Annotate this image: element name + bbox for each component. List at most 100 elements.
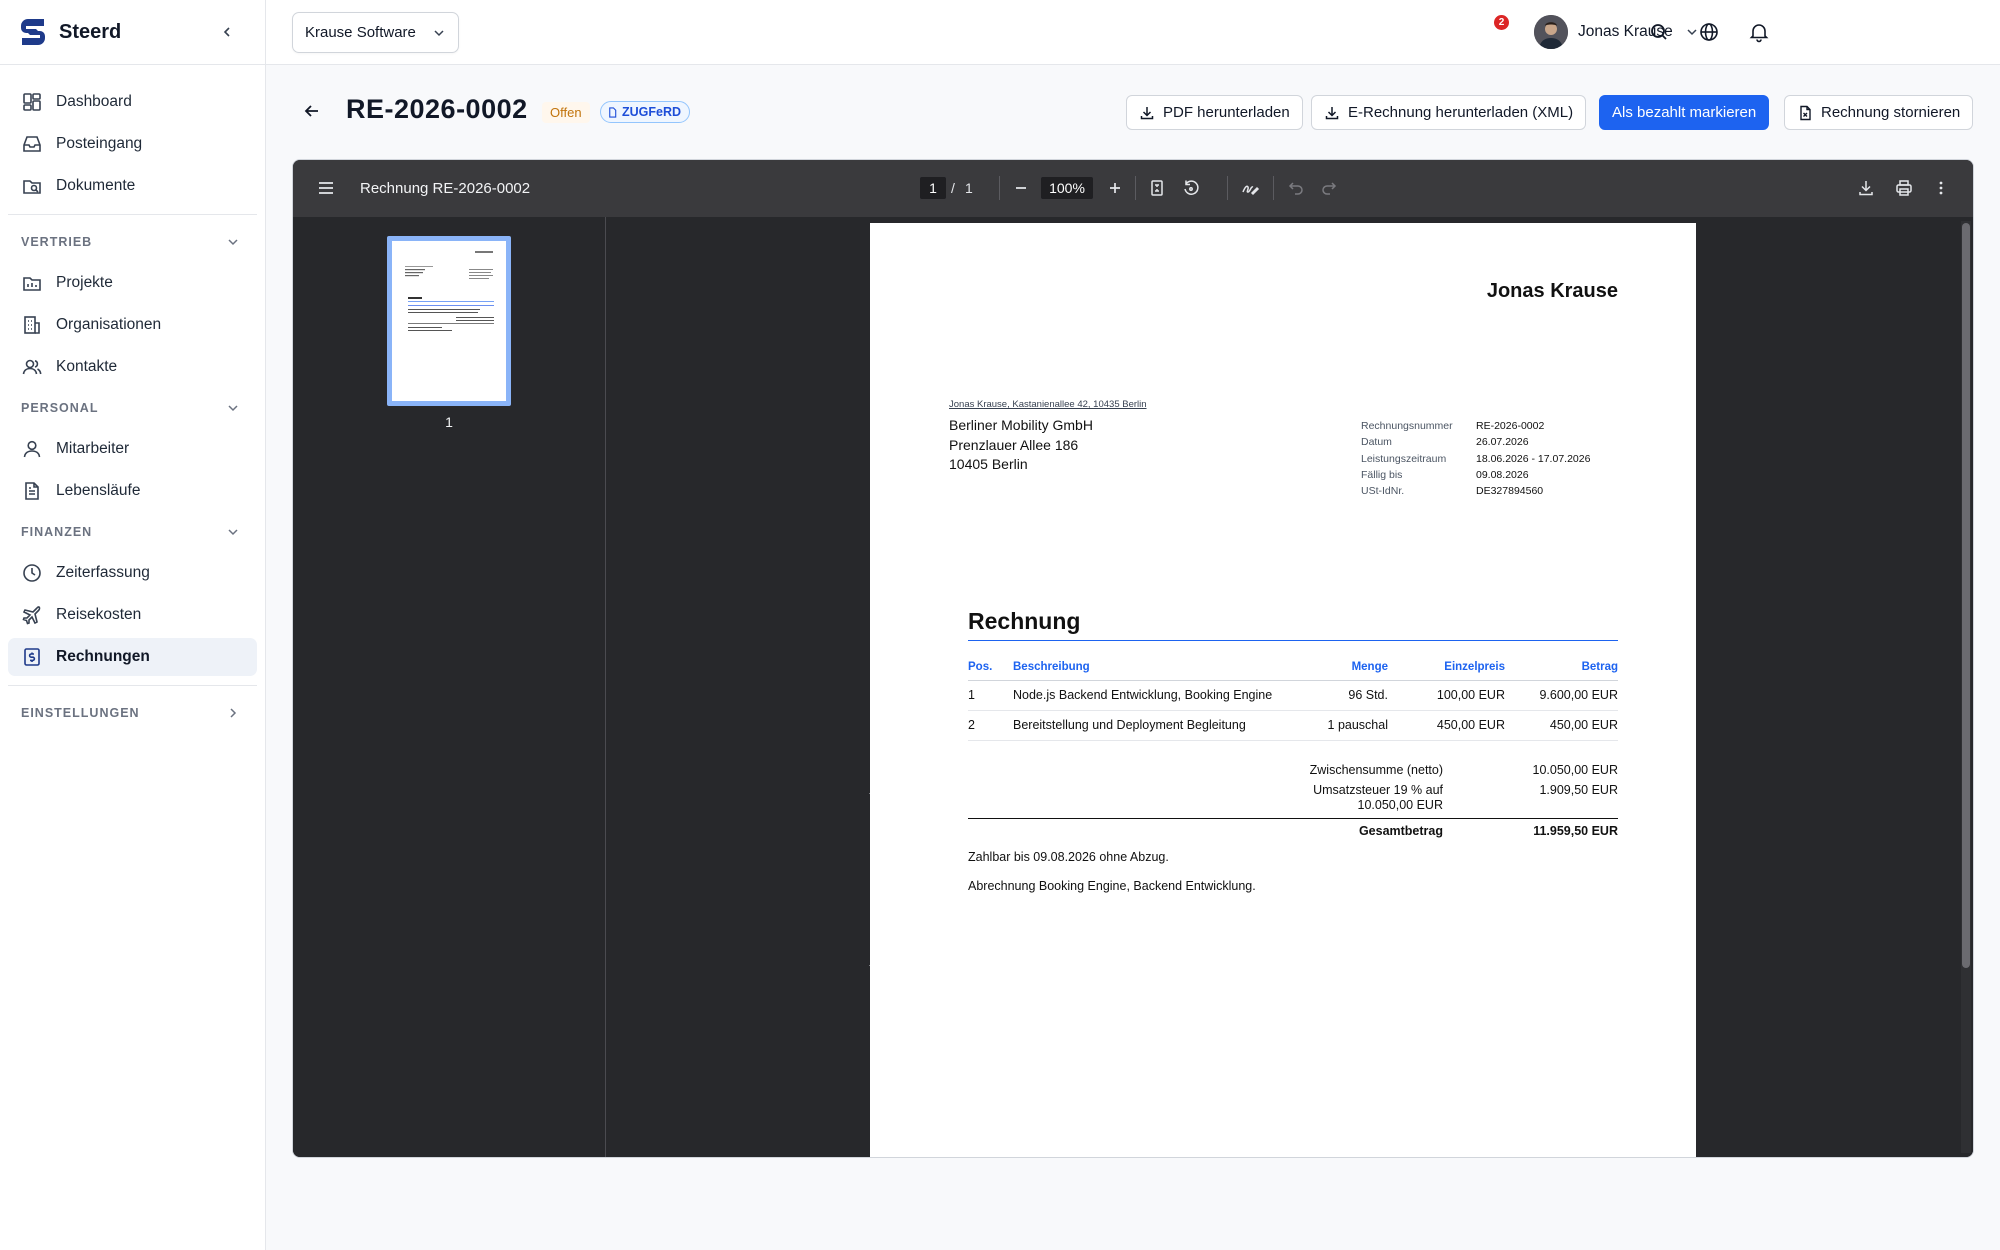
sidebar-item-lebenslaeufe[interactable]: Lebensläufe: [8, 472, 257, 510]
more-vertical-icon[interactable]: [1931, 178, 1951, 198]
rotate-icon[interactable]: [1181, 178, 1201, 198]
collapse-sidebar-icon[interactable]: [217, 22, 237, 42]
meta-row: Datum 26.07.2026: [1361, 434, 1590, 450]
redo-icon[interactable]: [1319, 178, 1339, 198]
section-einstellungen[interactable]: EINSTELLUNGEN: [8, 695, 257, 731]
clock-icon: [23, 564, 41, 582]
annotate-icon[interactable]: [1240, 178, 1260, 198]
recipient-line: Berliner Mobility GmbH: [949, 417, 1093, 433]
dashboard-icon: [23, 93, 41, 111]
cancel-invoice-button[interactable]: Rechnung stornieren: [1784, 95, 1974, 130]
zoom-out-icon[interactable]: [1011, 178, 1031, 198]
invoice-icon: [24, 648, 40, 666]
cell-quantity: 96 Std.: [1303, 680, 1388, 711]
thumbnail-panel: 1: [293, 217, 606, 1157]
chevron-right-icon: [230, 708, 237, 718]
inbox-icon: [23, 136, 41, 152]
scrollbar-thumb[interactable]: [1962, 223, 1970, 968]
globe-icon[interactable]: [1697, 20, 1721, 44]
sidebar-item-label: Kontakte: [56, 358, 118, 375]
undo-icon[interactable]: [1286, 178, 1306, 198]
invoice-meta: Rechnungsnummer RE-2026-0002 Datum 26.07.2…: [1361, 418, 1590, 499]
button-label: PDF herunterladen: [1163, 104, 1290, 121]
meta-key: Rechnungsnummer: [1361, 420, 1453, 432]
section-finanzen[interactable]: FINANZEN: [8, 514, 257, 550]
sidebar-item-zeiterfassung[interactable]: Zeiterfassung: [8, 554, 257, 592]
brand: Steerd: [0, 0, 265, 65]
tax-label: Umsatzsteuer 19 % auf 10.050,00 EUR: [1183, 783, 1443, 813]
button-label: Als bezahlt markieren: [1612, 104, 1757, 121]
download-pdf-button[interactable]: PDF herunterladen: [1126, 95, 1303, 130]
sidebar-item-mitarbeiter[interactable]: Mitarbeiter: [8, 430, 257, 468]
sidebar-item-label: Lebensläufe: [56, 482, 141, 499]
user-name: Jonas Krause: [1578, 23, 1673, 40]
section-personal[interactable]: PERSONAL: [8, 390, 257, 426]
sidebar-item-label: Reisekosten: [56, 606, 142, 623]
sidebar-item-posteingang[interactable]: Posteingang: [8, 125, 257, 163]
file-text-icon: [25, 482, 39, 500]
meta-key: USt-IdNr.: [1361, 485, 1405, 498]
bell-icon[interactable]: [1747, 20, 1771, 44]
cell-amount: 9.600,00 EUR: [1505, 680, 1618, 711]
toolbar-divider: [1135, 176, 1136, 200]
steerd-logo-icon[interactable]: [16, 15, 50, 49]
sidebar-divider: [8, 685, 257, 686]
sidebar-item-label: Organisationen: [56, 316, 162, 333]
page-thumbnail[interactable]: [387, 236, 511, 406]
button-label: E-Rechnung herunterladen (XML): [1348, 104, 1574, 121]
cell-pos: 2: [968, 710, 1013, 741]
chevron-down-icon: [228, 239, 238, 246]
column-header-pos: Pos.: [968, 661, 1013, 681]
table-row: 2 Bereitstellung und Deployment Begleitu…: [968, 710, 1618, 741]
chevron-down-icon: [228, 529, 238, 536]
zoom-level[interactable]: 100%: [1041, 177, 1093, 199]
download-icon: [1140, 106, 1154, 119]
pdf-viewer: Rechnung RE-2026-0002 1 / 1 100% 1 Jonas…: [292, 159, 1974, 1158]
sidebar-item-projekte[interactable]: Projekte: [8, 264, 257, 302]
chevron-down-icon: [1687, 29, 1697, 36]
chevron-down-icon: [434, 29, 444, 36]
zoom-in-icon[interactable]: [1105, 178, 1125, 198]
download-icon[interactable]: [1856, 178, 1876, 198]
sidebar-item-reisekosten[interactable]: Reisekosten: [8, 596, 257, 634]
avatar: [1534, 15, 1568, 49]
section-label: FINANZEN: [21, 525, 93, 539]
plane-icon: [22, 606, 41, 625]
sidebar-item-label: Zeiterfassung: [56, 564, 150, 581]
sidebar-item-label: Rechnungen: [56, 648, 150, 665]
toolbar-divider: [999, 176, 1000, 200]
page-number-input[interactable]: 1: [920, 177, 946, 199]
user-menu[interactable]: Jonas Krause: [1534, 15, 1699, 49]
page-title: RE-2026-0002: [346, 94, 528, 124]
sidebar-item-organisationen[interactable]: Organisationen: [8, 306, 257, 344]
download-erechnung-button[interactable]: E-Rechnung herunterladen (XML): [1311, 95, 1587, 130]
sidebar-item-rechnungen[interactable]: Rechnungen: [8, 638, 257, 676]
section-vertrieb[interactable]: VERTRIEB: [8, 224, 257, 260]
sidebar-divider: [8, 214, 257, 215]
organization-select[interactable]: Krause Software: [292, 12, 459, 53]
meta-value: 26.07.2026: [1476, 436, 1529, 449]
invoice-heading-rule: [968, 640, 1618, 641]
back-arrow-icon[interactable]: [302, 101, 322, 121]
subtotal-label: Zwischensumme (netto): [1309, 763, 1443, 777]
recipient-line: 10405 Berlin: [949, 456, 1028, 472]
thumbnail-page-number: 1: [445, 414, 453, 430]
building-icon: [24, 316, 40, 334]
cell-amount: 450,00 EUR: [1505, 710, 1618, 741]
invoice-sender-line: Jonas Krause, Kastanienallee 42, 10435 B…: [949, 399, 1147, 410]
invoice-items-table: Pos. Beschreibung Menge Einzelpreis Betr…: [968, 661, 1618, 741]
app-name: Steerd: [59, 20, 122, 43]
sidebar-item-dokumente[interactable]: Dokumente: [8, 167, 257, 205]
sidebar-item-dashboard[interactable]: Dashboard: [8, 83, 257, 121]
sidebar-item-kontakte[interactable]: Kontakte: [8, 348, 257, 386]
menu-icon[interactable]: [316, 178, 336, 198]
print-icon[interactable]: [1894, 178, 1914, 198]
fit-page-icon[interactable]: [1147, 178, 1167, 198]
button-label: Rechnung stornieren: [1821, 104, 1961, 121]
table-header-row: Pos. Beschreibung Menge Einzelpreis Betr…: [968, 661, 1618, 681]
cell-quantity: 1 pauschal: [1303, 710, 1388, 741]
mark-paid-button[interactable]: Als bezahlt markieren: [1599, 95, 1770, 130]
meta-value: RE-2026-0002: [1476, 420, 1545, 432]
section-label: PERSONAL: [21, 401, 99, 415]
column-header-amount: Betrag: [1505, 661, 1618, 681]
